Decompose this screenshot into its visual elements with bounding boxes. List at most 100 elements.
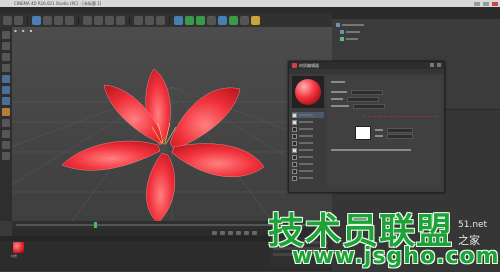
- points-mode-icon[interactable]: [2, 75, 10, 83]
- object-label: [342, 23, 364, 26]
- minimize-button[interactable]: [474, 1, 480, 6]
- floor-icon[interactable]: [229, 15, 238, 25]
- channel-item[interactable]: [292, 133, 324, 139]
- channel-item[interactable]: [292, 161, 324, 167]
- channel-item[interactable]: [292, 140, 324, 146]
- channel-checkbox[interactable]: [292, 154, 297, 160]
- close-button[interactable]: [492, 1, 498, 6]
- previous-key-icon[interactable]: [220, 230, 225, 235]
- channel-checkbox[interactable]: [292, 175, 297, 181]
- edges-mode-icon[interactable]: [2, 86, 10, 94]
- channel-properties: [327, 76, 441, 188]
- select-tool-icon[interactable]: [32, 15, 41, 25]
- render-view-icon[interactable]: [134, 15, 143, 25]
- channel-checkbox[interactable]: [292, 147, 297, 153]
- channel-checkbox[interactable]: [292, 133, 297, 139]
- array-icon[interactable]: [207, 15, 216, 25]
- object-icon: [340, 36, 344, 41]
- material-editor-titlebar[interactable]: 材质编辑器: [289, 62, 444, 69]
- polygons-mode-icon[interactable]: [2, 97, 10, 105]
- property-row: [331, 103, 385, 109]
- object-row[interactable]: [340, 36, 358, 41]
- property-field[interactable]: [387, 127, 413, 133]
- axis-mode-icon[interactable]: [2, 108, 10, 116]
- snap-icon[interactable]: [2, 130, 10, 138]
- lock-workplane-icon[interactable]: [2, 152, 10, 160]
- channel-item[interactable]: [292, 168, 324, 174]
- channel-checkbox[interactable]: [292, 119, 297, 125]
- channel-label: [299, 177, 313, 179]
- property-field[interactable]: [353, 103, 385, 109]
- rotate-tool-icon[interactable]: [65, 15, 74, 25]
- z-axis-icon[interactable]: [105, 15, 114, 25]
- camera-icon[interactable]: [240, 15, 249, 25]
- channel-item[interactable]: [292, 175, 324, 181]
- make-editable-icon[interactable]: [2, 31, 10, 39]
- deformer-icon[interactable]: [218, 15, 227, 25]
- tweak-icon[interactable]: [2, 119, 10, 127]
- go-to-start-icon[interactable]: [212, 230, 217, 235]
- maximize-button[interactable]: [483, 1, 489, 6]
- material-thumbnail[interactable]: [13, 242, 24, 253]
- window-title: CINEMA 4D R16.021 Studio (RC) - [未标题 1]: [14, 1, 102, 6]
- channel-item[interactable]: [292, 147, 324, 153]
- texture-mode-icon[interactable]: [2, 53, 10, 61]
- property-row: [331, 80, 345, 84]
- next-key-icon[interactable]: [236, 230, 241, 235]
- channel-checkbox[interactable]: [292, 140, 297, 146]
- render-picture-icon[interactable]: [145, 15, 154, 25]
- redo-icon[interactable]: [14, 15, 23, 25]
- x-axis-icon[interactable]: [83, 15, 92, 25]
- record-icon[interactable]: [252, 230, 257, 235]
- y-axis-icon[interactable]: [94, 15, 103, 25]
- highlight-line: [363, 116, 438, 118]
- coord-system-icon[interactable]: [116, 15, 125, 25]
- model-mode-icon[interactable]: [2, 42, 10, 50]
- object-row[interactable]: [336, 22, 364, 27]
- flower-center: [160, 144, 168, 152]
- object-row[interactable]: [340, 29, 360, 34]
- color-swatch[interactable]: [355, 126, 371, 140]
- workplane-icon[interactable]: [2, 64, 10, 72]
- channel-label: [299, 149, 313, 151]
- channel-item[interactable]: [292, 154, 324, 160]
- toolbar-divider: [78, 15, 79, 25]
- channel-label: [299, 142, 313, 144]
- material-name[interactable]: 材质: [11, 254, 17, 258]
- property-label: [331, 81, 345, 83]
- undo-icon[interactable]: [3, 15, 12, 25]
- channel-checkbox[interactable]: [292, 168, 297, 174]
- title-bar: CINEMA 4D R16.021 Studio (RC) - [未标题 1]: [0, 0, 500, 7]
- property-field[interactable]: [387, 133, 413, 139]
- flower-model[interactable]: [12, 27, 332, 221]
- dialog-close-icon[interactable]: [437, 63, 441, 67]
- play-icon[interactable]: [228, 230, 233, 235]
- channel-label: [299, 114, 313, 116]
- watermark-side-top: 51.net: [458, 220, 488, 230]
- channel-item[interactable]: [292, 119, 324, 125]
- render-settings-icon[interactable]: [156, 15, 165, 25]
- property-field[interactable]: [347, 96, 379, 102]
- main-toolbar: [0, 13, 332, 27]
- timeline-playhead[interactable]: [94, 222, 97, 228]
- solo-icon[interactable]: [2, 141, 10, 149]
- channel-item[interactable]: [292, 112, 324, 118]
- subdivision-icon[interactable]: [196, 15, 205, 25]
- dialog-minimize-button[interactable]: [430, 63, 434, 67]
- channel-item[interactable]: [292, 126, 324, 132]
- channel-checkbox[interactable]: [292, 126, 297, 132]
- material-preview[interactable]: [292, 76, 324, 108]
- spline-pen-icon[interactable]: [185, 15, 194, 25]
- perspective-viewport[interactable]: ▪ ▪ ▪: [12, 27, 332, 221]
- scale-tool-icon[interactable]: [54, 15, 63, 25]
- material-editor-menu: [289, 69, 444, 74]
- move-tool-icon[interactable]: [43, 15, 52, 25]
- light-icon[interactable]: [251, 15, 260, 25]
- go-to-end-icon[interactable]: [244, 230, 249, 235]
- channel-checkbox[interactable]: [292, 161, 297, 167]
- cube-icon[interactable]: [174, 15, 183, 25]
- property-field[interactable]: [351, 89, 383, 95]
- watermark-url: www.jsgho.com: [292, 244, 500, 269]
- channel-checkbox[interactable]: [292, 112, 297, 118]
- channel-list: [292, 112, 324, 186]
